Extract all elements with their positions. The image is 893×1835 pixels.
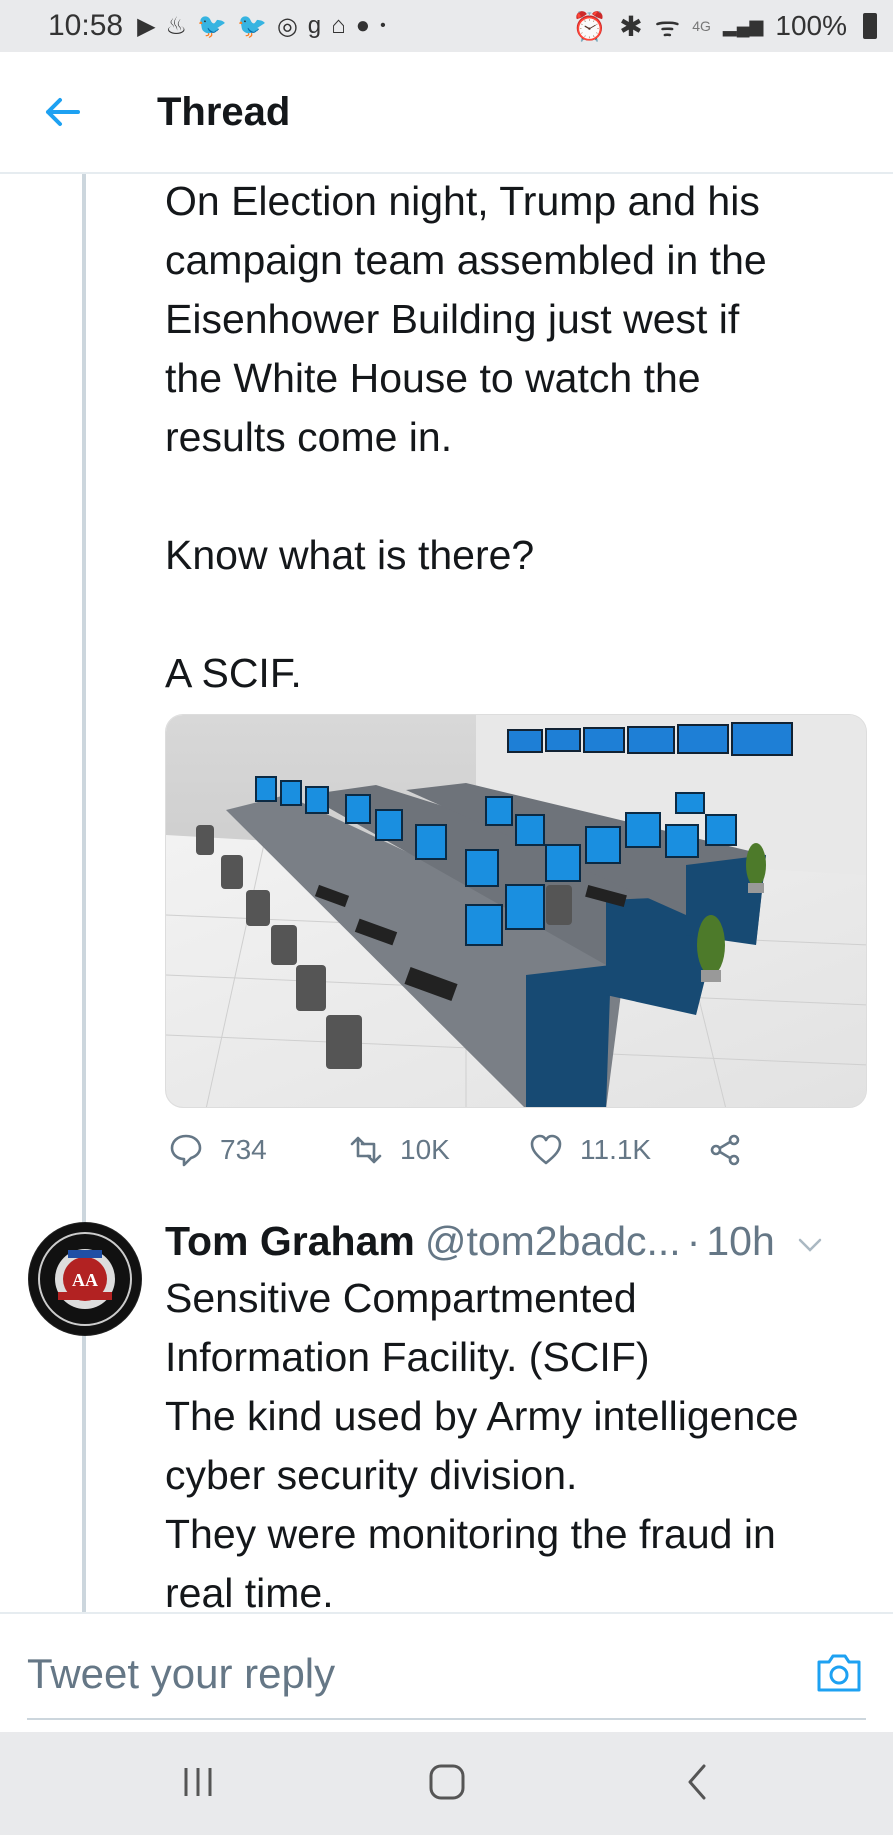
tweet-text: On Election night, Trump and his campaig…: [165, 178, 767, 696]
network-label: 4G: [692, 18, 711, 34]
reply-timestamp: 10h: [706, 1218, 775, 1264]
g-icon: g: [307, 12, 322, 39]
share-button[interactable]: [708, 1132, 744, 1168]
status-right: ⏰ ✱ ᯤ 4G ▂▄▆ 100%: [572, 7, 877, 45]
chevron-down-icon[interactable]: [797, 1235, 823, 1255]
reply-text: Sensitive Compartmented Information Faci…: [165, 1275, 799, 1616]
page-title: Thread: [157, 90, 291, 134]
input-underline: [27, 1718, 866, 1720]
more-dot-icon: •: [380, 17, 386, 34]
reply-input[interactable]: Tweet your reply: [27, 1650, 335, 1698]
reply-icon: [170, 1134, 202, 1167]
separator-dot: ·: [686, 1218, 701, 1264]
like-button[interactable]: 11.1K: [528, 1132, 651, 1168]
chat-icon: ●: [355, 12, 371, 39]
app-icon: ♨: [165, 12, 188, 40]
reply-count: 734: [220, 1134, 267, 1165]
status-bar: 10:58 ▶ ♨ 🐦 🐦 ◎ g ⌂ ● • ⏰ ✱ ᯤ 4G ▂▄▆ 100…: [0, 0, 893, 52]
alarm-icon: ⏰: [572, 10, 608, 42]
bluetooth-icon: ✱: [619, 10, 643, 42]
airborne-badge-icon: AA: [29, 1223, 141, 1335]
status-time: 10:58: [48, 9, 124, 42]
wifi-notif-icon: ⌂: [331, 12, 346, 39]
instagram-icon: ◎: [276, 12, 298, 40]
twitter-icon: 🐦: [236, 12, 267, 40]
home-icon[interactable]: [428, 1762, 466, 1802]
avatar[interactable]: AA: [28, 1222, 142, 1336]
control-room-image: [166, 715, 866, 1107]
reply-button[interactable]: 734: [168, 1132, 267, 1168]
like-count: 11.1K: [580, 1134, 652, 1165]
tweet-image[interactable]: [165, 714, 867, 1108]
signal-icon: ▂▄▆: [722, 15, 764, 36]
system-nav-bar: [0, 1732, 893, 1835]
battery-icon: [863, 13, 877, 39]
tweet-actions: 734 10K 11.1K: [168, 1132, 868, 1178]
heart-icon: [530, 1134, 562, 1165]
retweet-button[interactable]: 10K: [348, 1132, 450, 1168]
back-nav-icon[interactable]: [682, 1762, 712, 1802]
youtube-icon: ▶: [137, 12, 156, 40]
app-bar: Thread: [0, 52, 893, 174]
svg-text:AA: AA: [72, 1270, 98, 1290]
retweet-icon: [350, 1136, 382, 1164]
retweet-count: 10K: [400, 1134, 450, 1165]
arrow-left-icon[interactable]: [42, 92, 82, 132]
recents-icon[interactable]: [180, 1762, 216, 1802]
thread-connector: [82, 174, 86, 1612]
reply-header: Tom Graham @tom2badc... · 10h: [165, 1213, 885, 1269]
twitter-icon: 🐦: [197, 12, 227, 40]
share-icon: [710, 1134, 740, 1166]
battery-level: 100%: [775, 10, 847, 41]
reply-composer: Tweet your reply: [0, 1612, 893, 1732]
camera-icon[interactable]: [815, 1650, 863, 1694]
notification-icons: ▶ ♨ 🐦 🐦 ◎ g ⌂ ● •: [137, 12, 386, 41]
reply-author-handle[interactable]: @tom2badc...: [425, 1213, 681, 1269]
wifi-icon: ᯤ: [654, 11, 681, 42]
reply-author-name[interactable]: Tom Graham: [165, 1213, 415, 1269]
